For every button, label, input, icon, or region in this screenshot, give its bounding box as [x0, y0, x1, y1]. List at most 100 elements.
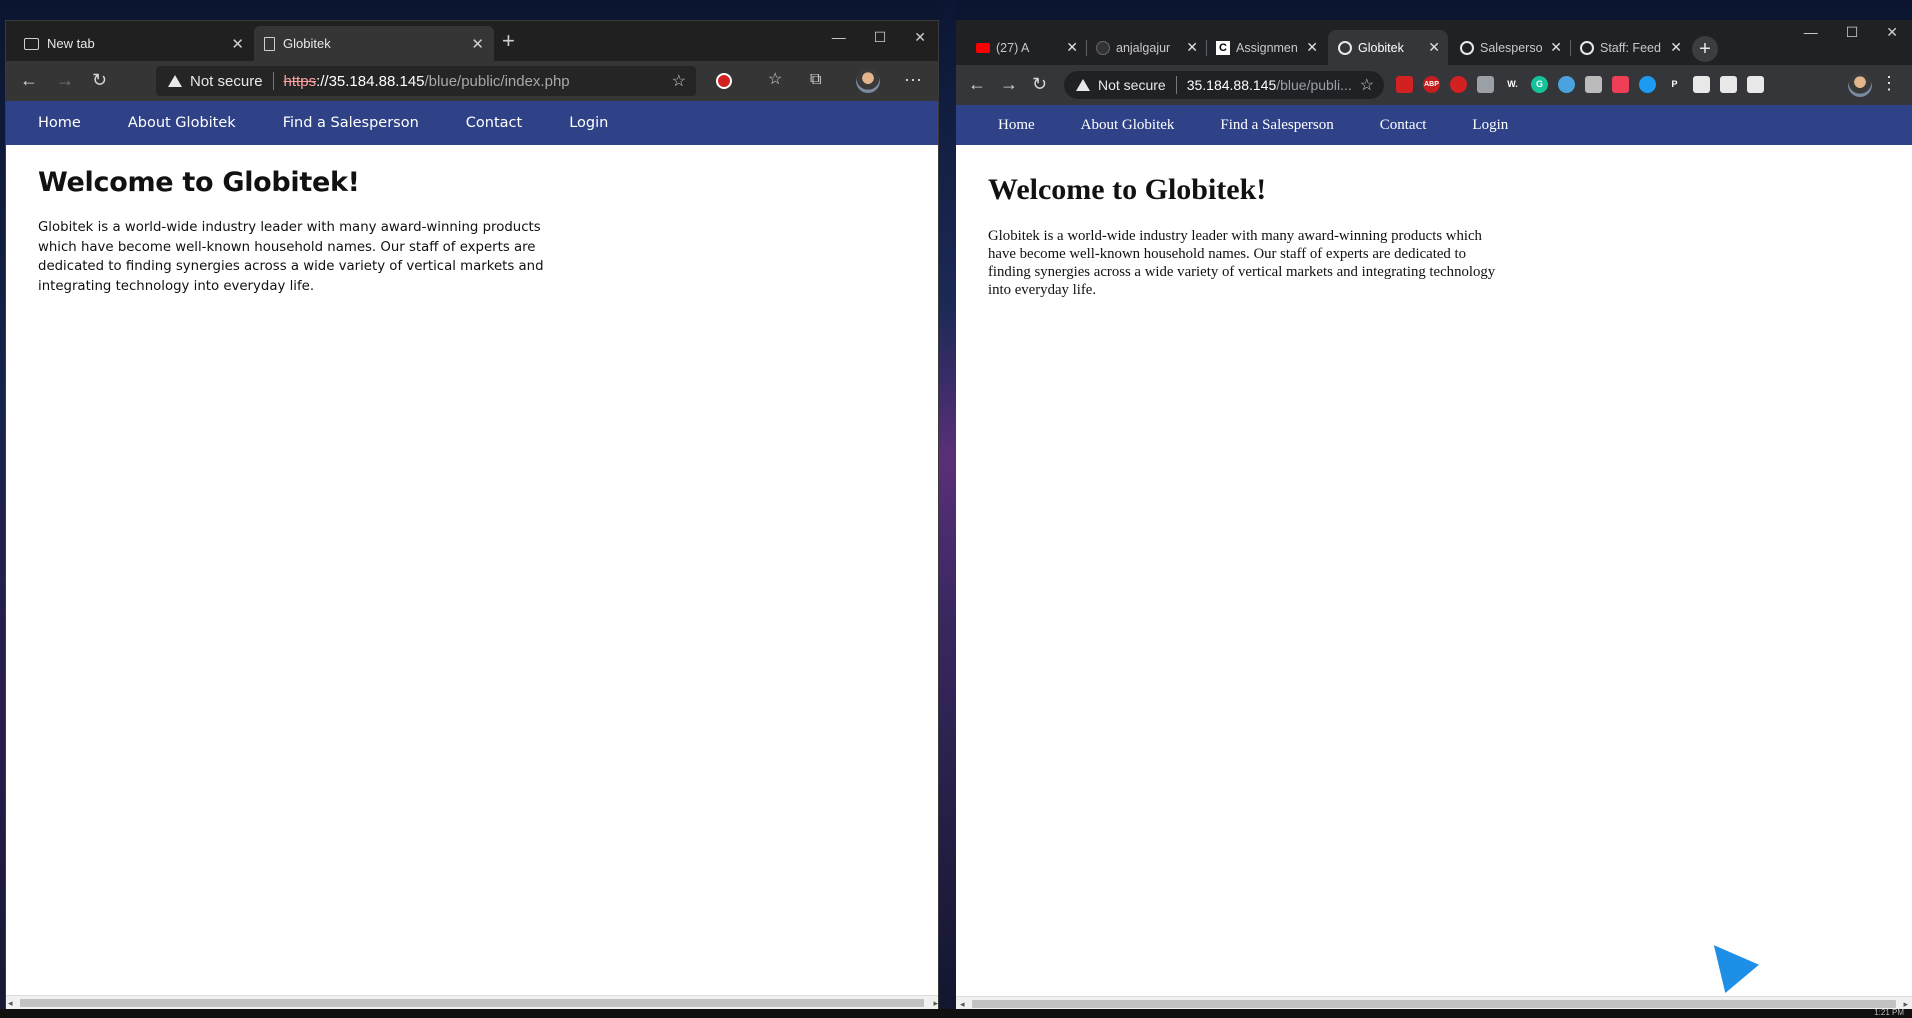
scrollbar-thumb[interactable]: [972, 1000, 1896, 1008]
nav-about[interactable]: About Globitek: [1081, 117, 1175, 134]
tab-label: Staff: Feed: [1600, 40, 1661, 55]
address-bar[interactable]: Not secure https://35.184.88.145/blue/pu…: [156, 66, 696, 96]
intro-paragraph: Globitek is a world-wide industry leader…: [988, 228, 1496, 298]
nav-contact[interactable]: Contact: [1380, 117, 1427, 134]
abp-ext-icon[interactable]: ABP: [1423, 76, 1440, 93]
nav-home[interactable]: Home: [38, 115, 81, 131]
warning-icon: [168, 75, 182, 87]
tab-github[interactable]: anjalgajur ✕: [1086, 30, 1206, 65]
tab-label: Globitek: [1358, 40, 1404, 55]
nav-find-salesperson[interactable]: Find a Salesperson: [1220, 117, 1333, 134]
close-icon[interactable]: ✕: [471, 35, 484, 53]
nav-find-salesperson[interactable]: Find a Salesperson: [283, 115, 419, 131]
stop-ext-icon[interactable]: [1450, 76, 1467, 93]
nav-login[interactable]: Login: [569, 115, 608, 131]
site-nav: Home About Globitek Find a Salesperson C…: [6, 101, 938, 145]
horizontal-scrollbar[interactable]: ◂ ▸: [6, 995, 938, 1009]
maximize-icon[interactable]: ☐: [874, 29, 887, 46]
taskbar: 1:21 PM: [0, 1008, 1912, 1018]
scrollbar-thumb[interactable]: [20, 999, 924, 1007]
close-icon[interactable]: ✕: [1550, 39, 1562, 56]
more-menu-icon[interactable]: ⋮: [1880, 73, 1898, 94]
minimize-icon[interactable]: —: [832, 29, 846, 46]
w-ext-icon[interactable]: W.: [1504, 76, 1521, 93]
more-menu-icon[interactable]: ⋯: [904, 69, 922, 91]
close-icon[interactable]: ✕: [1670, 39, 1682, 56]
new-tab-button[interactable]: +: [1692, 36, 1718, 62]
extension-icon[interactable]: [716, 73, 732, 89]
refresh-icon[interactable]: ↻: [92, 69, 107, 91]
github-icon: [1096, 40, 1110, 55]
collections-icon[interactable]: ⧉: [810, 69, 821, 91]
divider: [1175, 76, 1177, 94]
pocket-ext-icon[interactable]: [1612, 76, 1629, 93]
favorites-icon[interactable]: ☆: [768, 69, 782, 91]
nav-contact[interactable]: Contact: [466, 115, 522, 131]
close-icon[interactable]: ✕: [1066, 39, 1078, 56]
site-nav: Home About Globitek Find a Salesperson C…: [956, 105, 1912, 145]
close-icon[interactable]: ✕: [1306, 39, 1318, 56]
bookmark-star-icon[interactable]: ☆: [1360, 75, 1374, 95]
close-window-icon[interactable]: ✕: [1886, 24, 1898, 41]
close-window-icon[interactable]: ✕: [914, 29, 926, 46]
nav-login[interactable]: Login: [1472, 117, 1508, 134]
new-tab-icon: [24, 37, 39, 50]
taskbar-clock: 1:21 PM: [1874, 1008, 1904, 1017]
globe-icon: [1338, 40, 1352, 55]
address-bar[interactable]: Not secure 35.184.88.145/blue/publi... ☆: [1064, 71, 1384, 99]
tab-new-tab[interactable]: New tab ✕: [14, 26, 254, 61]
nav-about[interactable]: About Globitek: [128, 115, 236, 131]
edge-toolbar: ← → ↻ Not secure https://35.184.88.145/b…: [6, 61, 938, 101]
minimize-icon[interactable]: —: [1804, 24, 1818, 41]
tab-salesperson[interactable]: Salesperso ✕: [1450, 30, 1570, 65]
ext-4-icon[interactable]: [1477, 76, 1494, 93]
tab-label: (27) A: [996, 40, 1030, 55]
puzzle-ext-icon[interactable]: [1720, 76, 1737, 93]
queue-ext-icon[interactable]: [1747, 76, 1764, 93]
forward-icon[interactable]: →: [1000, 73, 1018, 95]
ext-7-icon[interactable]: [1558, 76, 1575, 93]
favorite-star-icon[interactable]: ☆: [672, 71, 686, 91]
shield-ext-icon[interactable]: [1693, 76, 1710, 93]
tab-globitek[interactable]: Globitek ✕: [1328, 30, 1448, 65]
tab-label: Globitek: [283, 36, 331, 51]
close-icon[interactable]: ✕: [231, 35, 244, 53]
tab-label: Assignmen: [1236, 40, 1298, 55]
globe-icon: [1460, 40, 1474, 55]
nav-home[interactable]: Home: [998, 117, 1035, 134]
window-controls: — ☐ ✕: [832, 29, 926, 46]
tab-assignment[interactable]: C Assignmen ✕: [1206, 30, 1326, 65]
tab-staff-feed[interactable]: Staff: Feed ✕: [1570, 30, 1690, 65]
page-content: Welcome to Globitek! Globitek is a world…: [988, 173, 1508, 299]
edge-browser-window: New tab ✕ Globitek ✕ + — ☐ ✕ ← → ↻ Not s…: [5, 20, 939, 1010]
tab-label: anjalgajur: [1116, 40, 1171, 55]
tab-globitek[interactable]: Globitek ✕: [254, 26, 494, 61]
bird-ext-icon[interactable]: [1639, 76, 1656, 93]
profile-avatar[interactable]: [856, 69, 880, 93]
camera-ext-icon[interactable]: [1585, 76, 1602, 93]
horizontal-scrollbar[interactable]: ◂ ▸: [956, 996, 1912, 1010]
lock-ext-icon[interactable]: [1396, 76, 1413, 93]
new-tab-button[interactable]: +: [502, 30, 515, 52]
page-content: Welcome to Globitek! Globitek is a world…: [38, 167, 558, 296]
tab-youtube[interactable]: (27) A ✕: [966, 30, 1086, 65]
c-icon: C: [1216, 40, 1230, 55]
grammarly-ext-icon[interactable]: G: [1531, 76, 1548, 93]
profile-avatar[interactable]: [1848, 73, 1872, 97]
scroll-right-icon[interactable]: ▸: [933, 996, 938, 1009]
chrome-tab-strip: (27) A ✕ anjalgajur ✕ C Assignmen ✕ Glob…: [956, 20, 1912, 65]
close-icon[interactable]: ✕: [1186, 39, 1198, 56]
maximize-icon[interactable]: ☐: [1846, 24, 1859, 41]
page-title: Welcome to Globitek!: [38, 167, 360, 198]
globe-icon: [1580, 40, 1594, 55]
security-label: Not secure: [190, 72, 263, 90]
security-label: Not secure: [1098, 77, 1166, 93]
p-ext-icon[interactable]: P: [1666, 76, 1683, 93]
close-icon[interactable]: ✕: [1428, 39, 1440, 56]
back-icon[interactable]: ←: [20, 69, 38, 91]
scroll-left-icon[interactable]: ◂: [8, 996, 13, 1009]
back-icon[interactable]: ←: [968, 73, 986, 95]
forward-icon[interactable]: →: [56, 69, 74, 91]
refresh-icon[interactable]: ↻: [1032, 73, 1047, 95]
youtube-icon: [976, 42, 990, 53]
